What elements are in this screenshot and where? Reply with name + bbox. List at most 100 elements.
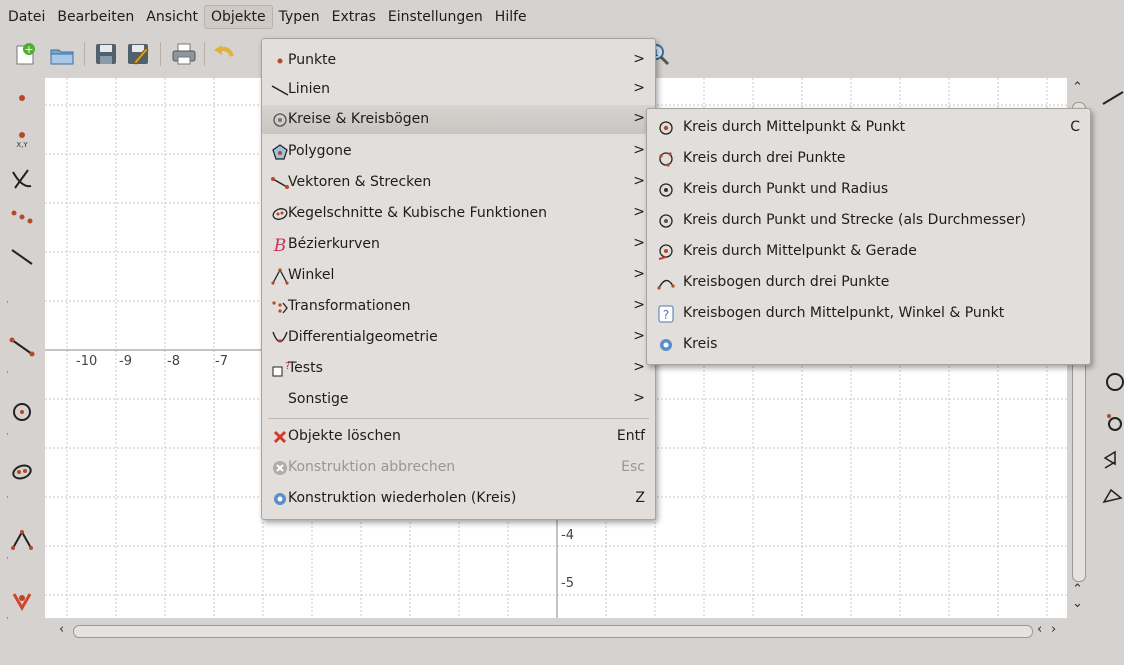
intersection-icon[interactable] [8, 164, 36, 192]
menu-item-transformationen[interactable]: Transformationen > [262, 292, 655, 321]
shortcut-label: Z [635, 490, 645, 506]
submenu-item-label: Kreis durch Punkt und Strecke (als Durch… [683, 212, 1026, 228]
menu-item-differentialgeometrie[interactable]: Differentialgeometrie > [262, 323, 655, 352]
save-as-icon[interactable] [124, 40, 152, 68]
line-icon [271, 81, 289, 99]
partial-shape-icon[interactable] [1100, 482, 1124, 510]
scroll-right-icon[interactable]: › [1051, 622, 1056, 637]
undo-icon[interactable] [210, 40, 238, 68]
submenu-item-kreis-punkt-radius[interactable]: Kreis durch Punkt und Radius [647, 175, 1090, 204]
menu-hilfe[interactable]: Hilfe [489, 6, 533, 28]
submenu-item-kreis-punkt-strecke[interactable]: Kreis durch Punkt und Strecke (als Durch… [647, 206, 1090, 235]
menu-separator [268, 418, 649, 419]
scroll-up-icon[interactable]: ⌃ [1072, 80, 1083, 95]
menu-einstellungen[interactable]: Einstellungen [382, 6, 489, 28]
submenu-item-kreis-mittelpunkt-punkt[interactable]: Kreis durch Mittelpunkt & Punkt C [647, 113, 1090, 142]
angle-icon[interactable] [8, 526, 36, 554]
circle-center-point-icon [657, 119, 675, 137]
scroll-up-icon[interactable]: ⌃ [1072, 582, 1083, 597]
menu-item-tests[interactable]: ? Tests > [262, 354, 655, 383]
submenu-item-kreisbogen-mittelpunkt-winkel[interactable]: ? Kreisbogen durch Mittelpunkt, Winkel &… [647, 299, 1090, 328]
partial-transform-icon[interactable] [1100, 408, 1124, 436]
menu-datei[interactable]: Datei [2, 6, 51, 28]
svg-text:?: ? [663, 308, 669, 322]
chevron-right-icon: > [633, 328, 645, 344]
transform-icon[interactable] [8, 586, 36, 614]
submenu-item-kreis-mittelpunkt-gerade[interactable]: Kreis durch Mittelpunkt & Gerade [647, 237, 1090, 266]
menu-item-label: Vektoren & Strecken [288, 174, 432, 190]
menu-item-kegelschnitte[interactable]: Kegelschnitte & Kubische Funktionen > [262, 199, 655, 228]
delete-icon [271, 428, 289, 446]
menu-ansicht-label: Ansicht [146, 9, 198, 25]
chevron-right-icon: > [633, 390, 645, 406]
kreise-submenu: Kreis durch Mittelpunkt & Punkt C Kreis … [646, 108, 1091, 365]
point-icon[interactable] [8, 84, 36, 112]
menu-objekte[interactable]: Objekte [203, 5, 273, 29]
circle-icon [271, 111, 289, 129]
new-document-icon[interactable]: + [12, 40, 40, 68]
submenu-item-kreisbogen-drei-punkte[interactable]: Kreisbogen durch drei Punkte [647, 268, 1090, 297]
x-tick-label: -8 [167, 354, 180, 369]
midpoint-icon[interactable] [8, 202, 36, 230]
menu-objekte-label: Objekte [210, 9, 266, 25]
partial-tool-icon[interactable] [1100, 84, 1124, 112]
chevron-right-icon: > [633, 173, 645, 189]
print-icon[interactable] [170, 40, 198, 68]
menu-item-linien[interactable]: Linien > [262, 75, 655, 104]
menu-item-vektoren[interactable]: Vektoren & Strecken > [262, 168, 655, 197]
menu-item-kreise[interactable]: Kreise & Kreisbögen > [262, 105, 655, 134]
menu-item-konstruktion-wiederholen[interactable]: Konstruktion wiederholen (Kreis) Z [262, 484, 655, 513]
menu-item-punkte[interactable]: Punkte > [262, 46, 655, 75]
submenu-item-label: Kreisbogen durch drei Punkte [683, 274, 890, 290]
horizontal-scrollbar[interactable]: ‹ ‹ › [55, 622, 1067, 642]
scroll-left-icon[interactable]: ‹ [1037, 622, 1042, 637]
horizontal-scroll-track[interactable] [73, 625, 1033, 638]
circle-icon[interactable] [8, 398, 36, 426]
menu-item-bezierkurven[interactable]: B Bézierkurven > [262, 230, 655, 259]
partial-circle-icon[interactable] [1100, 368, 1124, 396]
point-xy-icon[interactable]: X,Y [8, 124, 36, 152]
circle-segment-icon [657, 212, 675, 230]
circle-three-points-icon [657, 150, 675, 168]
menu-item-sonstige[interactable]: Sonstige > [262, 385, 655, 414]
menu-ansicht[interactable]: Ansicht [140, 6, 204, 28]
chevron-right-icon: > [633, 235, 645, 251]
menubar: Datei Bearbeiten Ansicht Objekte Typen E… [0, 0, 1124, 34]
menu-item-label: Transformationen [288, 298, 411, 314]
left-toolbar: X,Y · · · · · · [0, 78, 44, 638]
menu-item-objekte-loeschen[interactable]: Objekte löschen Entf [262, 422, 655, 451]
menu-item-label: Konstruktion wiederholen (Kreis) [288, 490, 517, 506]
submenu-item-kreis[interactable]: Kreis [647, 330, 1090, 359]
scroll-down-icon[interactable]: ⌄ [1072, 596, 1083, 611]
menu-extras[interactable]: Extras [326, 6, 382, 28]
segment-icon[interactable] [8, 332, 36, 360]
menu-typen[interactable]: Typen [273, 6, 326, 28]
menu-item-winkel[interactable]: Winkel > [262, 261, 655, 290]
svg-text:+: + [24, 43, 33, 56]
scroll-left-icon[interactable]: ‹ [59, 622, 64, 637]
menu-item-label: Sonstige [288, 391, 349, 407]
conic-icon[interactable] [8, 458, 36, 486]
shortcut-label: C [1070, 119, 1080, 135]
circle-radius-icon [657, 181, 675, 199]
menu-item-label: Differentialgeometrie [288, 329, 438, 345]
partial-mirror-icon[interactable] [1100, 446, 1124, 474]
bezier-icon: B [271, 236, 289, 254]
chevron-right-icon: > [633, 204, 645, 220]
submenu-item-kreis-drei-punkte[interactable]: Kreis durch drei Punkte [647, 144, 1090, 173]
menu-bearbeiten[interactable]: Bearbeiten [51, 6, 140, 28]
submenu-item-label: Kreis durch drei Punkte [683, 150, 846, 166]
conic-icon [271, 205, 289, 223]
x-tick-label: -10 [76, 354, 98, 369]
menu-bearbeiten-label: Bearbeiten [57, 9, 135, 25]
chevron-right-icon: > [633, 110, 645, 126]
save-icon[interactable] [92, 40, 120, 68]
line-icon[interactable] [8, 242, 36, 270]
arc-three-points-icon [657, 274, 675, 292]
menu-item-label: Kreise & Kreisbögen [288, 111, 430, 127]
transform-icon [271, 298, 289, 316]
open-folder-icon[interactable] [48, 40, 76, 68]
submenu-item-label: Kreis durch Punkt und Radius [683, 181, 889, 197]
menu-item-polygone[interactable]: Polygone > [262, 137, 655, 166]
menu-item-konstruktion-abbrechen[interactable]: Konstruktion abbrechen Esc [262, 453, 655, 482]
